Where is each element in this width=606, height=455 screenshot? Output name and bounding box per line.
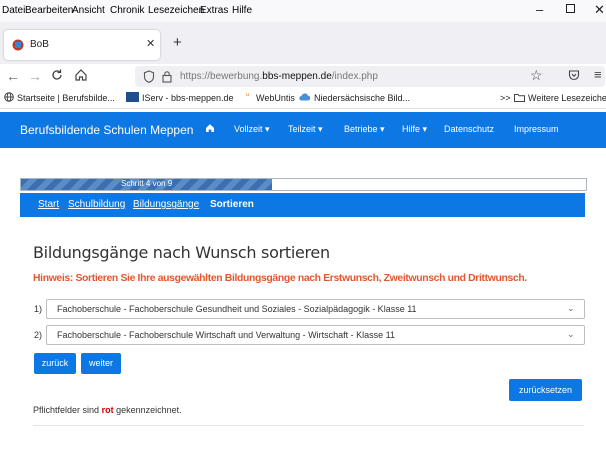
folder-icon (514, 93, 525, 102)
bob-favicon-icon (12, 39, 24, 51)
select-2-number: 2) (34, 330, 43, 340)
url-domain: bbs-meppen.de (262, 71, 332, 82)
required-note-red: rot (101, 405, 114, 415)
divider (33, 425, 584, 426)
new-tab-icon[interactable]: + (173, 34, 182, 51)
hint-text: Hinweis: Sortieren Sie Ihre ausgewählten… (33, 273, 527, 284)
nav-teilzeit-label: Teilzeit (288, 124, 316, 134)
tab-title: BoB (30, 39, 49, 50)
bookmark-star-icon[interactable]: ☆ (530, 67, 543, 84)
bookmark-niedersachsen[interactable]: Niedersächsische Bild... (314, 93, 410, 103)
back-arrow-icon[interactable]: ← (6, 68, 20, 84)
bookmarks-overflow[interactable]: >> (500, 93, 511, 103)
cloud-icon (298, 93, 310, 101)
pocket-icon[interactable] (568, 69, 580, 81)
menu-extras[interactable]: Extras (200, 5, 228, 16)
page-title: Bildungsgänge nach Wunsch sortieren (33, 243, 330, 262)
webuntis-icon: ᵘ (246, 91, 250, 100)
app-menu-icon[interactable]: ≡ (594, 67, 602, 82)
reload-icon[interactable] (50, 68, 64, 82)
site-navbar: Berufsbildende Schulen Meppen Vollzeit ▾… (0, 112, 606, 148)
back-button[interactable]: zurück (34, 353, 76, 374)
iserv-icon (126, 92, 139, 102)
globe-icon (4, 92, 14, 102)
wish-1-value: Fachoberschule - Fachoberschule Gesundhe… (57, 304, 417, 314)
breadcrumb: Start Schulbildung Bildungsgänge Sortier… (20, 193, 585, 217)
breadcrumb-schulbildung[interactable]: Schulbildung (68, 199, 125, 210)
menu-chronik[interactable]: Chronik (110, 5, 144, 16)
site-brand[interactable]: Berufsbildende Schulen Meppen (20, 123, 193, 137)
bookmark-startseite[interactable]: Startseite | Berufsbilde... (17, 93, 115, 103)
breadcrumb-bildungsgaenge[interactable]: Bildungsgänge (133, 199, 199, 210)
home-icon[interactable] (74, 68, 88, 82)
progress-label: Schritt 4 von 9 (121, 179, 173, 188)
nav-hilfe-label: Hilfe (402, 124, 421, 134)
reset-button[interactable]: zurücksetzen (509, 379, 582, 401)
home-nav-icon[interactable] (205, 123, 215, 133)
required-note-post: gekennzeichnet. (116, 405, 182, 415)
nav-impressum[interactable]: Impressum (514, 124, 559, 134)
wish-2-select[interactable]: Fachoberschule - Fachoberschule Wirtscha… (46, 325, 585, 345)
url-text[interactable]: https://bewerbung.bbs-meppen.de/index.ph… (180, 71, 378, 82)
breadcrumb-sortieren: Sortieren (210, 199, 254, 210)
required-note-pre: Pflichtfelder sind (33, 405, 100, 415)
nav-datenschutz[interactable]: Datenschutz (444, 124, 494, 134)
wish-1-select[interactable]: Fachoberschule - Fachoberschule Gesundhe… (46, 299, 585, 319)
tab-close-icon[interactable]: ✕ (146, 37, 155, 50)
bookmark-iserv[interactable]: IServ - bbs-meppen.de (142, 93, 234, 103)
nav-betriebe-label: Betriebe (344, 124, 378, 134)
chevron-down-icon: ⌄ (567, 303, 575, 313)
chevron-down-icon: ⌄ (567, 329, 575, 339)
nav-teilzeit[interactable]: Teilzeit ▾ (288, 124, 323, 135)
menu-lesezeichen[interactable]: Lesezeichen (148, 5, 204, 16)
wish-2-value: Fachoberschule - Fachoberschule Wirtscha… (57, 330, 395, 340)
menu-hilfe[interactable]: Hilfe (232, 5, 252, 16)
shield-icon[interactable] (143, 70, 155, 83)
url-prefix: https://bewerbung. (180, 71, 263, 82)
maximize-icon[interactable] (566, 4, 575, 13)
required-note: Pflichtfelder sind rot gekennzeichnet. (33, 405, 182, 415)
next-button[interactable]: weiter (81, 353, 121, 374)
nav-vollzeit-label: Vollzeit (234, 124, 263, 134)
breadcrumb-start[interactable]: Start (38, 199, 59, 210)
nav-betriebe[interactable]: Betriebe ▾ (344, 124, 385, 135)
bookmark-other-folder[interactable]: Weitere Lesezeichen (528, 93, 606, 103)
menu-bar: Datei Bearbeiten Ansicht Chronik Lesezei… (0, 0, 606, 22)
lock-icon[interactable] (162, 70, 172, 83)
menu-ansicht[interactable]: Ansicht (72, 5, 105, 16)
browser-tab[interactable]: BoB ✕ (4, 30, 160, 60)
minimize-icon[interactable]: – (536, 2, 543, 17)
select-1-number: 1) (34, 304, 43, 314)
menu-datei[interactable]: Datei (2, 5, 25, 16)
nav-hilfe[interactable]: Hilfe ▾ (402, 124, 427, 135)
nav-vollzeit[interactable]: Vollzeit ▾ (234, 124, 270, 135)
menu-bearbeiten[interactable]: Bearbeiten (25, 5, 73, 16)
progress-bar: Schritt 4 von 9 (20, 178, 587, 191)
close-window-icon[interactable]: ✕ (594, 2, 605, 18)
forward-arrow-icon[interactable]: → (28, 68, 42, 84)
url-suffix: /index.php (331, 71, 378, 82)
bookmark-webuntis[interactable]: WebUntis (256, 93, 295, 103)
bookmarks-toolbar: Startseite | Berufsbilde... IServ - bbs-… (0, 88, 606, 109)
